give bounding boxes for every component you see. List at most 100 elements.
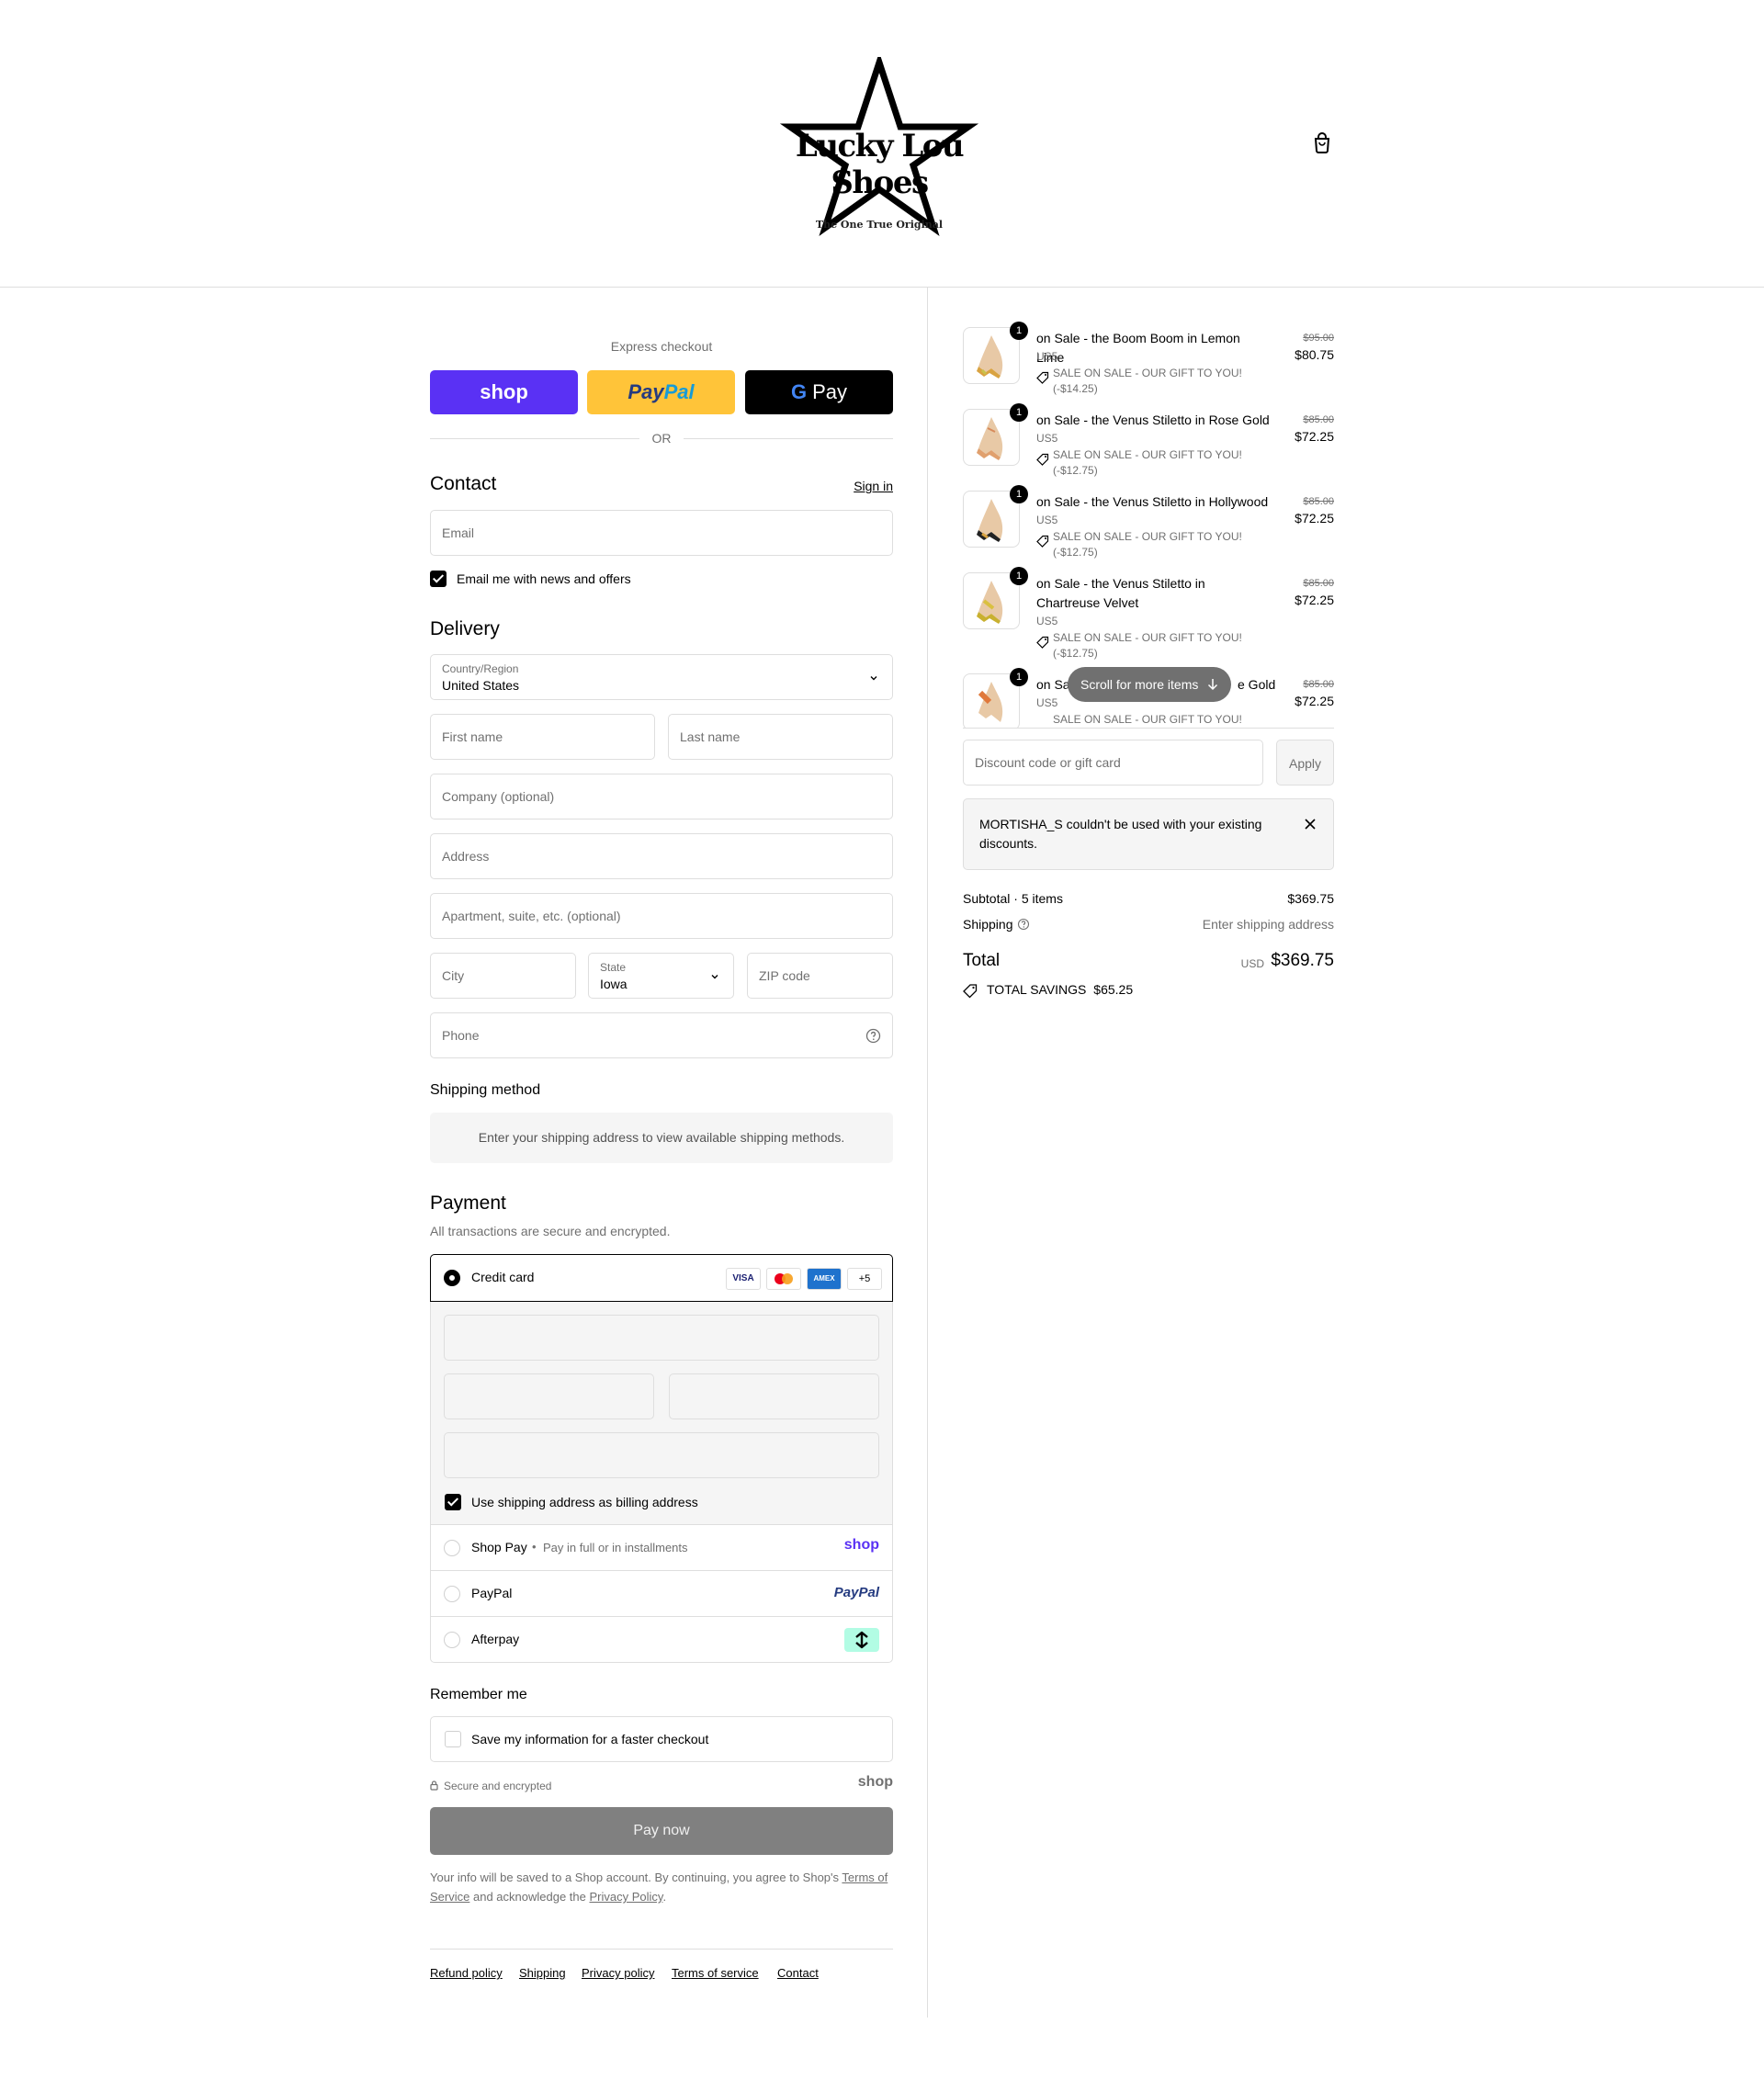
- shop-pay-radio[interactable]: [444, 1540, 460, 1556]
- item-name: on Sale - the Venus Stiletto in Rose Gol…: [1036, 413, 1270, 427]
- item-price: $72.25: [1295, 511, 1334, 526]
- item-original-price: $85.00: [1303, 578, 1334, 589]
- address-field[interactable]: Address: [430, 833, 893, 879]
- paypal-label: PayPal: [471, 1586, 513, 1600]
- savings-tag-icon: [963, 984, 978, 999]
- remember-me-heading: Remember me: [430, 1687, 527, 1702]
- chevron-down-icon: [711, 975, 718, 979]
- email-placeholder: Email: [442, 526, 475, 540]
- paypal-logo-part-2: Pal: [663, 380, 695, 403]
- help-circle-icon[interactable]: [865, 1028, 881, 1044]
- expiration-field[interactable]: [444, 1373, 654, 1419]
- last-name-field[interactable]: Last name: [668, 714, 893, 760]
- total-value: $369.75: [1271, 951, 1334, 970]
- total-savings-label: TOTAL SAVINGS: [987, 982, 1087, 997]
- item-original-price: $95.00: [1303, 333, 1334, 344]
- phone-field[interactable]: Phone: [430, 1012, 893, 1058]
- legal-text-3: .: [662, 1890, 667, 1904]
- shop-pay-sublabel: Pay in full or in installments: [543, 1541, 688, 1554]
- item-discount: SALE ON SALE - OUR GIFT TO YOU! (-$12.75): [1053, 529, 1255, 560]
- item-discount: SALE ON SALE - OUR GIFT TO YOU! (-$12.75): [1053, 630, 1255, 661]
- arrow-down-icon: [1207, 679, 1218, 691]
- shipping-value: Enter shipping address: [1202, 917, 1334, 932]
- country-label: Country/Region: [442, 662, 519, 675]
- scroll-hint-label: Scroll for more items: [1080, 677, 1199, 692]
- shop-logo: shop: [857, 1774, 893, 1790]
- billing-address-label: Use shipping address as billing address: [471, 1495, 698, 1509]
- save-info-checkbox[interactable]: [445, 1731, 461, 1747]
- shop-pay-option[interactable]: Shop Pay • Pay in full or in installment…: [431, 1524, 892, 1570]
- item-price: $72.25: [1295, 694, 1334, 708]
- last-name-placeholder: Last name: [680, 729, 741, 744]
- afterpay-radio[interactable]: [444, 1632, 460, 1648]
- security-code-field[interactable]: [669, 1373, 879, 1419]
- google-pay-express-button[interactable]: G Pay: [745, 370, 893, 414]
- help-circle-icon[interactable]: [1017, 918, 1030, 931]
- scroll-more-items-button[interactable]: Scroll for more items: [1068, 667, 1231, 702]
- item-price: $72.25: [1295, 429, 1334, 444]
- credit-card-radio[interactable]: [444, 1270, 460, 1286]
- privacy-policy-link[interactable]: Privacy Policy: [589, 1890, 662, 1904]
- card-number-field[interactable]: [444, 1315, 879, 1361]
- discount-error-banner: MORTISHA_S couldn't be used with your ex…: [963, 798, 1334, 870]
- discount-tag-icon: [1036, 636, 1049, 649]
- payment-methods: Credit card VISA AMEX +5 Use shipping ad…: [430, 1254, 893, 1663]
- pay-now-button[interactable]: Pay now: [430, 1807, 893, 1855]
- more-cards-badge: +5: [847, 1268, 882, 1290]
- sign-in-link[interactable]: Sign in: [854, 479, 893, 493]
- paypal-express-button[interactable]: Pay Pal: [587, 370, 735, 414]
- quantity-badge: 1: [1010, 485, 1028, 503]
- item-variant: US5: [1036, 350, 1058, 363]
- billing-address-checkbox[interactable]: [445, 1494, 461, 1510]
- legal-text-1: Your info will be saved to a Shop accoun…: [430, 1871, 840, 1884]
- shopping-bag-icon[interactable]: [1312, 131, 1332, 153]
- company-placeholder: Company (optional): [442, 789, 555, 804]
- legal-note: Your info will be saved to a Shop accoun…: [430, 1868, 893, 1906]
- footer-terms-of-service[interactable]: Terms of service: [672, 1966, 759, 1980]
- item-original-price: $85.00: [1303, 496, 1334, 507]
- item-variant: US5: [1036, 432, 1058, 445]
- brand-tagline: The One True Original: [815, 219, 944, 231]
- brand-logo[interactable]: Lucky Lou Shoes The One True Original: [775, 51, 983, 237]
- close-icon[interactable]: [1304, 818, 1317, 831]
- column-divider: [927, 288, 928, 2018]
- zip-field[interactable]: ZIP code: [747, 953, 893, 999]
- email-field[interactable]: Email: [430, 510, 893, 556]
- quantity-badge: 1: [1010, 668, 1028, 686]
- shop-pay-express-button[interactable]: shop: [430, 370, 578, 414]
- discount-code-field[interactable]: Discount code or gift card: [963, 740, 1263, 786]
- footer-shipping[interactable]: Shipping: [519, 1966, 566, 1980]
- item-discount-label: SALE ON SALE - OUR GIFT TO YOU!: [1053, 367, 1242, 379]
- item-name: on Sale - the Boom Boom in Lemon Lime: [1036, 331, 1240, 365]
- country-select[interactable]: Country/Region United States: [430, 654, 893, 700]
- apartment-field[interactable]: Apartment, suite, etc. (optional): [430, 893, 893, 939]
- first-name-placeholder: First name: [442, 729, 503, 744]
- quantity-badge: 1: [1010, 403, 1028, 422]
- news-offers-label: Email me with news and offers: [457, 571, 631, 586]
- first-name-field[interactable]: First name: [430, 714, 655, 760]
- credit-card-option[interactable]: Credit card VISA AMEX +5: [430, 1254, 893, 1302]
- news-offers-checkbox[interactable]: [430, 571, 447, 587]
- item-discount: SALE ON SALE - OUR GIFT TO YOU! (-$12.75): [1053, 447, 1255, 479]
- footer-refund-policy[interactable]: Refund policy: [430, 1966, 503, 1980]
- company-field[interactable]: Company (optional): [430, 774, 893, 819]
- apply-discount-button[interactable]: Apply: [1276, 740, 1334, 786]
- item-discount-label: SALE ON SALE - OUR GIFT TO YOU!: [1053, 448, 1242, 461]
- quantity-badge: 1: [1010, 322, 1028, 340]
- paypal-option[interactable]: PayPal PayPal: [431, 1570, 892, 1616]
- or-label: OR: [651, 431, 672, 446]
- item-variant: US5: [1036, 696, 1058, 709]
- state-select[interactable]: State Iowa: [588, 953, 734, 999]
- name-on-card-field[interactable]: [444, 1432, 879, 1478]
- legal-text-2: and acknowledge the: [472, 1890, 586, 1904]
- address-placeholder: Address: [442, 849, 490, 864]
- footer-contact[interactable]: Contact: [777, 1966, 819, 1980]
- footer-privacy-policy[interactable]: Privacy policy: [582, 1966, 654, 1980]
- paypal-radio[interactable]: [444, 1586, 460, 1602]
- zip-placeholder: ZIP code: [759, 968, 810, 983]
- cart-list-divider: [963, 728, 1334, 729]
- city-field[interactable]: City: [430, 953, 576, 999]
- afterpay-option[interactable]: Afterpay: [431, 1616, 892, 1662]
- brand-name: Lucky Lou Shoes: [795, 128, 965, 201]
- discount-tag-icon: [1036, 453, 1049, 466]
